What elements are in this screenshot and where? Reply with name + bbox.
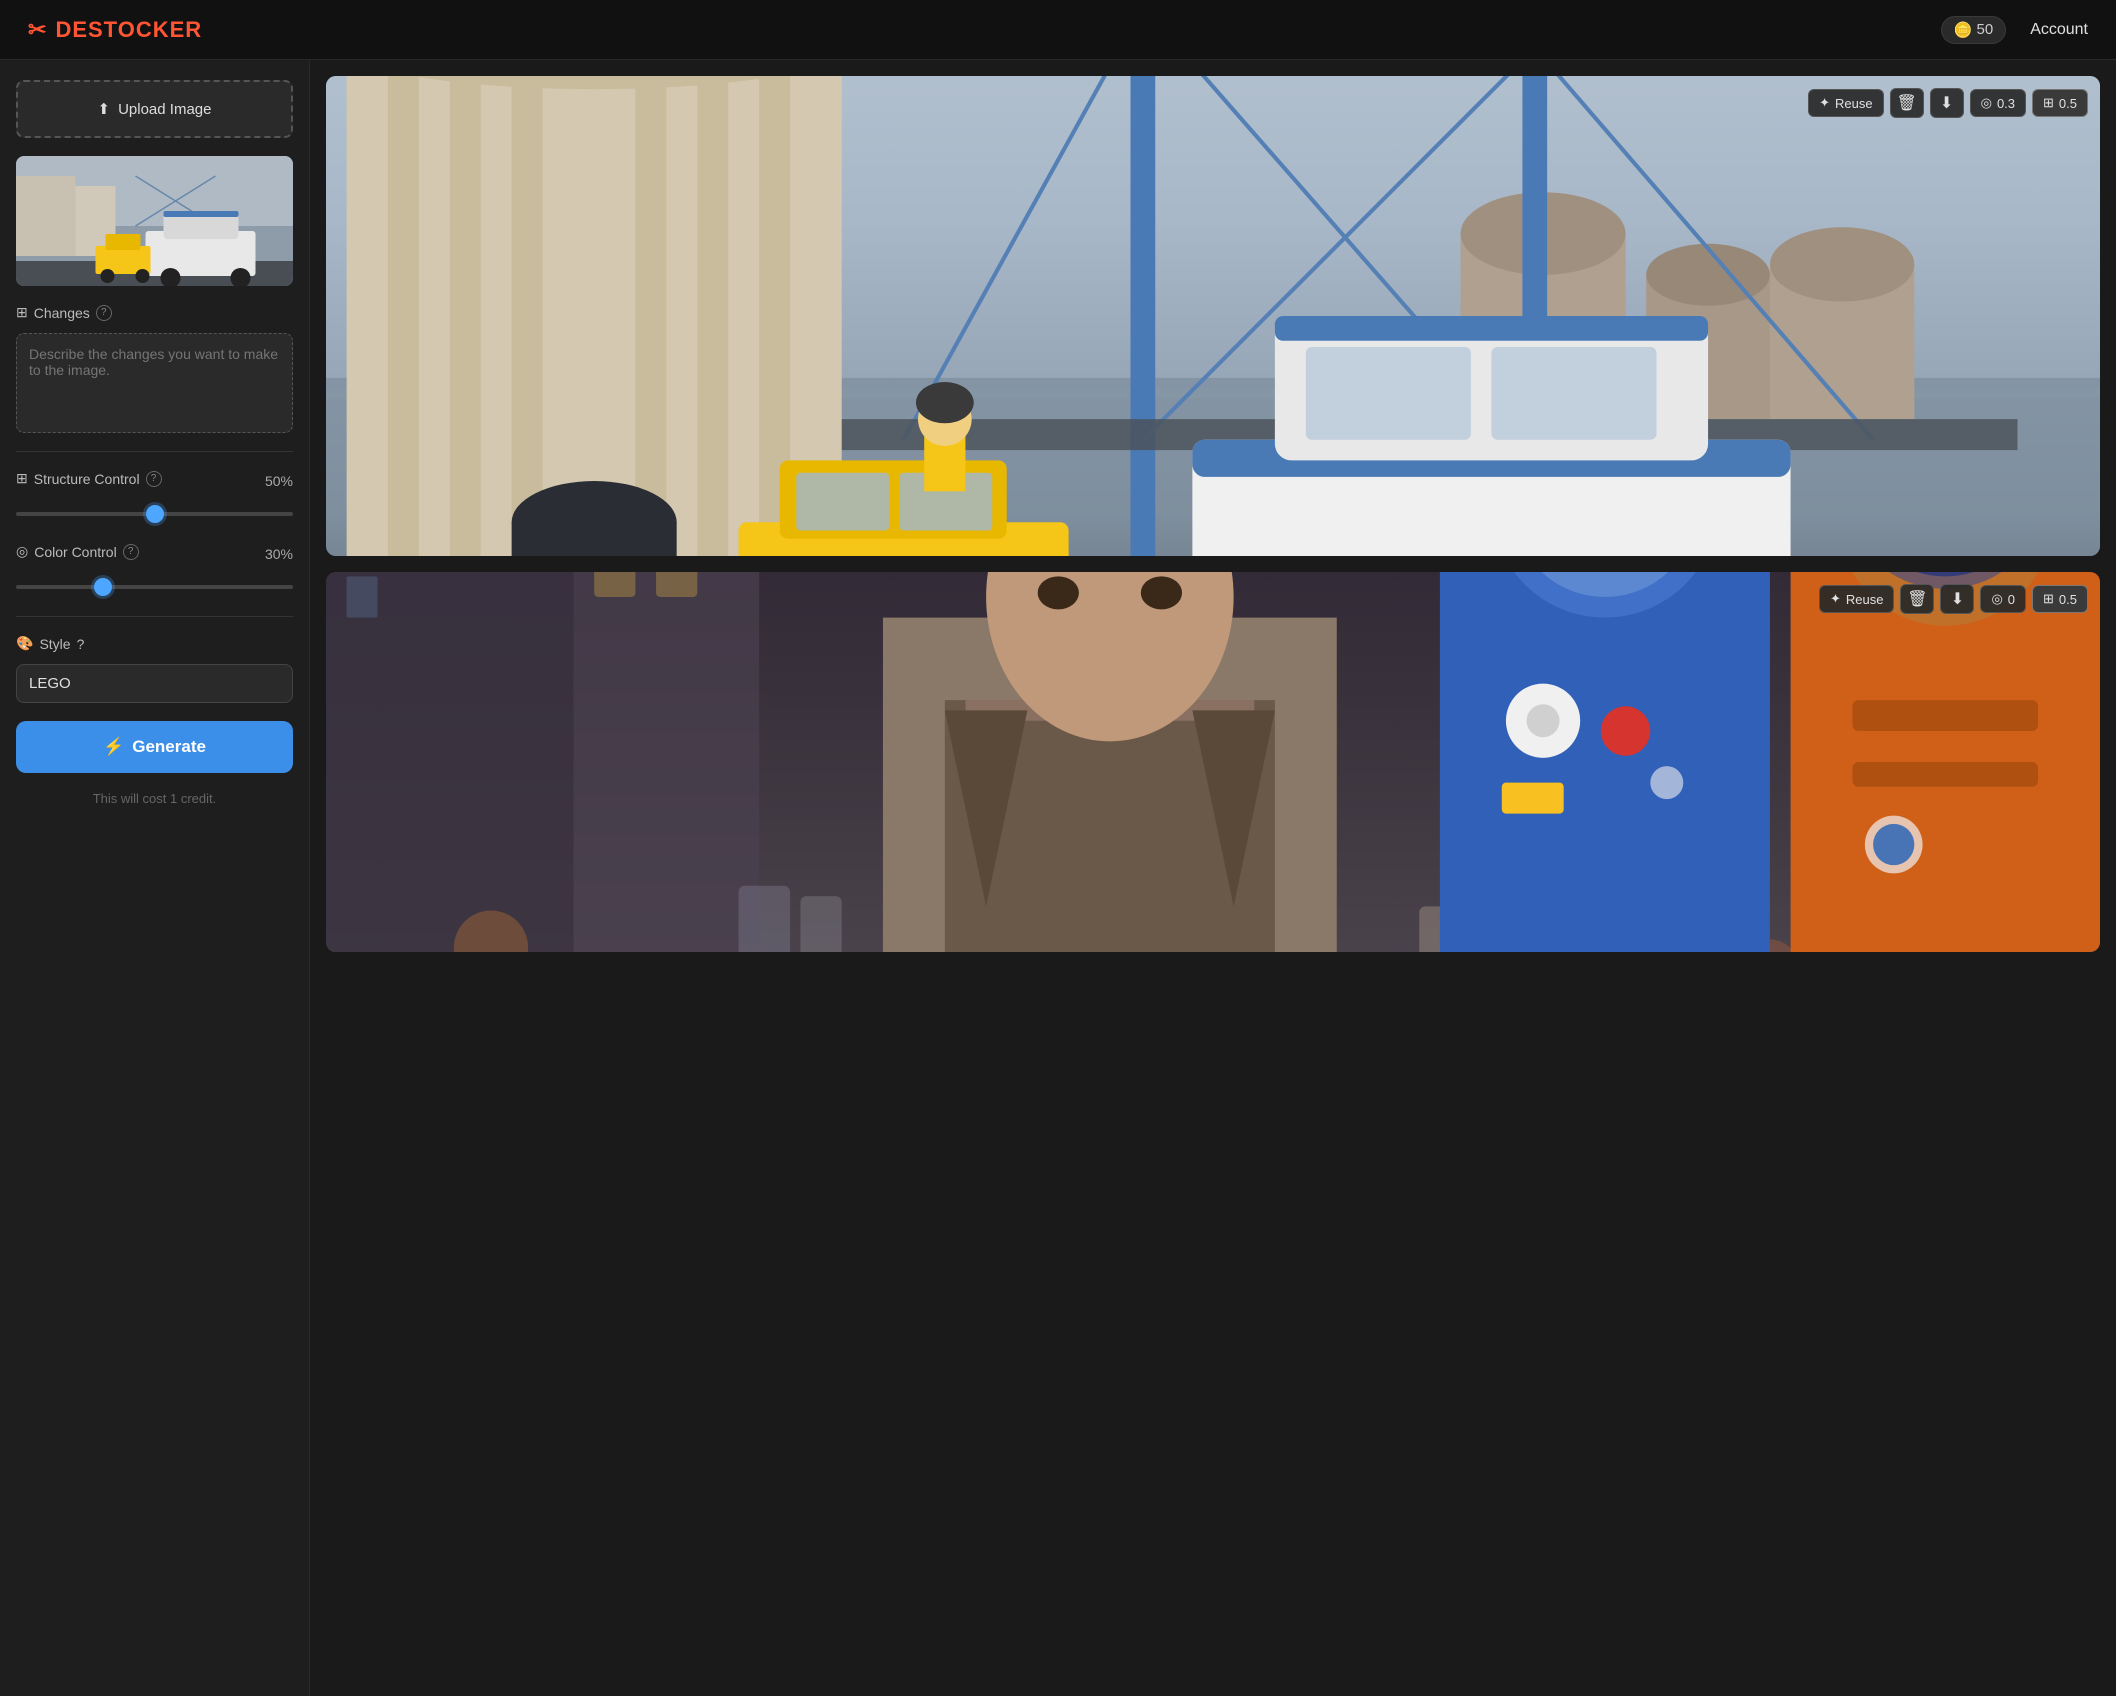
result-1-download-icon: ⬇: [1940, 93, 1953, 113]
style-icon: 🎨: [16, 635, 33, 652]
result-2-reuse-label: Reuse: [1846, 592, 1884, 607]
color-control-slider[interactable]: [16, 585, 293, 589]
structure-slider-wrapper: [16, 499, 293, 525]
preview-image-inner: [16, 156, 293, 286]
credits-display: 🪙 50: [1941, 16, 2006, 44]
result-2-similarity-value: 0: [2008, 592, 2015, 607]
result-image-2: [326, 572, 2100, 952]
upload-image-button[interactable]: ⬆ Upload Image: [16, 80, 293, 138]
changes-label: Changes: [34, 305, 90, 321]
upload-label: Upload Image: [118, 101, 211, 118]
result-1-delete-button[interactable]: 🗑: [1890, 88, 1924, 118]
color-control-section: ◎ Color Control ? 30%: [16, 543, 293, 598]
app-name: DESTOCKER: [55, 17, 202, 43]
changes-help-icon[interactable]: ?: [96, 305, 112, 321]
color-control-header: ◎ Color Control ? 30%: [16, 543, 293, 564]
result-1-reuse-icon: ✦: [1819, 95, 1830, 111]
cost-text: This will cost 1 credit.: [16, 791, 293, 806]
result-1-actions: ✦ Reuse 🗑 ⬇ ◎ 0.3 ⊞ 0.5: [1808, 88, 2088, 118]
changes-textarea[interactable]: [16, 333, 293, 433]
style-input[interactable]: [16, 664, 293, 703]
header-right: 🪙 50 Account: [1941, 16, 2088, 44]
result-1-reuse-button[interactable]: ✦ Reuse: [1808, 89, 1883, 117]
content-area: ✦ Reuse 🗑 ⬇ ◎ 0.3 ⊞ 0.5: [310, 60, 2116, 1696]
structure-control-section: ⊞ Structure Control ? 50%: [16, 470, 293, 525]
style-label-row: 🎨 Style ?: [16, 635, 293, 652]
style-section: 🎨 Style ?: [16, 635, 293, 703]
credits-icon: 🪙: [1954, 21, 1973, 39]
result-2-delete-button[interactable]: 🗑: [1900, 584, 1934, 614]
result-1-similarity-button[interactable]: ◎ 0.3: [1970, 89, 2026, 117]
result-image-1: [326, 76, 2100, 556]
style-label: Style: [39, 636, 70, 652]
result-2-similarity-button[interactable]: ◎ 0: [1980, 585, 2026, 613]
result-1-reuse-label: Reuse: [1835, 96, 1873, 111]
result-2-delete-icon: 🗑: [1907, 589, 1927, 609]
result-2-actions: ✦ Reuse 🗑 ⬇ ◎ 0 ⊞ 0.5: [1819, 584, 2088, 614]
credits-count: 50: [1977, 21, 1994, 38]
result-2-reuse-button[interactable]: ✦ Reuse: [1819, 585, 1894, 613]
structure-control-value: 50%: [265, 473, 293, 489]
result-1-grid-button[interactable]: ⊞ 0.5: [2032, 89, 2088, 117]
account-button[interactable]: Account: [2030, 21, 2088, 39]
result-1-grid-value: 0.5: [2059, 96, 2077, 111]
result-2-grid-button[interactable]: ⊞ 0.5: [2032, 585, 2088, 613]
structure-control-label: Structure Control: [34, 471, 140, 487]
changes-section: ⊞ Changes ?: [16, 304, 293, 433]
structure-icon: ⊞: [16, 470, 28, 487]
result-1-grid-icon: ⊞: [2043, 95, 2054, 111]
changes-icon: ⊞: [16, 304, 28, 321]
color-control-value: 30%: [265, 546, 293, 562]
divider-2: [16, 616, 293, 617]
result-2-download-icon: ⬇: [1951, 589, 1964, 609]
app-header: ✂ DESTOCKER 🪙 50 Account: [0, 0, 2116, 60]
color-icon: ◎: [16, 543, 28, 560]
result-2-download-button[interactable]: ⬇: [1940, 584, 1974, 614]
style-help-icon[interactable]: ?: [77, 636, 85, 652]
result-svg-2: [326, 572, 2100, 952]
preview-svg: [16, 156, 293, 286]
result-2-grid-value: 0.5: [2059, 592, 2077, 607]
color-control-label-row: ◎ Color Control ?: [16, 543, 139, 560]
app-logo: ✂ DESTOCKER: [28, 17, 202, 43]
color-control-label: Color Control: [34, 544, 116, 560]
result-card-2: ✦ Reuse 🗑 ⬇ ◎ 0 ⊞ 0.5: [326, 572, 2100, 952]
result-card-1: ✦ Reuse 🗑 ⬇ ◎ 0.3 ⊞ 0.5: [326, 76, 2100, 556]
structure-help-icon[interactable]: ?: [146, 471, 162, 487]
result-2-similarity-icon: ◎: [1991, 591, 2002, 607]
structure-control-header: ⊞ Structure Control ? 50%: [16, 470, 293, 491]
color-help-icon[interactable]: ?: [123, 544, 139, 560]
result-1-download-button[interactable]: ⬇: [1930, 88, 1964, 118]
result-2-reuse-icon: ✦: [1830, 591, 1841, 607]
generate-icon: ⚡: [103, 737, 124, 757]
preview-image: [16, 156, 293, 286]
color-slider-wrapper: [16, 572, 293, 598]
sidebar: ⬆ Upload Image: [0, 60, 310, 1696]
logo-icon: ✂: [28, 17, 47, 43]
main-layout: ⬆ Upload Image: [0, 60, 2116, 1696]
result-1-delete-icon: 🗑: [1896, 93, 1916, 113]
result-svg-1: [326, 76, 2100, 556]
result-1-similarity-icon: ◎: [1981, 95, 1992, 111]
structure-control-slider[interactable]: [16, 512, 293, 516]
generate-button[interactable]: ⚡ Generate: [16, 721, 293, 773]
result-2-grid-icon: ⊞: [2043, 591, 2054, 607]
result-1-similarity-value: 0.3: [1997, 96, 2015, 111]
divider-1: [16, 451, 293, 452]
changes-label-row: ⊞ Changes ?: [16, 304, 293, 321]
upload-icon: ⬆: [98, 100, 111, 118]
structure-control-label-row: ⊞ Structure Control ?: [16, 470, 162, 487]
generate-label: Generate: [132, 737, 206, 757]
